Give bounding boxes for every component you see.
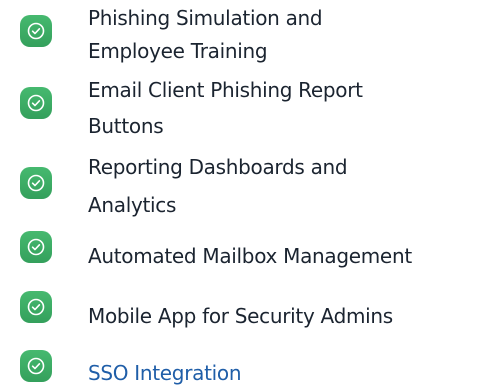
feature-label-line-1: Reporting Dashboards and: [88, 155, 348, 179]
feature-label-line-1: Phishing Simulation and: [88, 6, 323, 30]
check-circle-icon: [20, 291, 52, 323]
feature-label-line-2: Analytics: [88, 193, 177, 217]
feature-label-line-1: Email Client Phishing Report: [88, 78, 363, 102]
sso-integration-link[interactable]: SSO Integration: [88, 355, 473, 392]
feature-label: Mobile App for Security Admins: [88, 304, 393, 328]
feature-label: Automated Mailbox Management: [88, 244, 412, 268]
check-circle-icon: [20, 167, 52, 199]
check-circle-icon: [20, 87, 52, 119]
feature-label-line-2: Employee Training: [88, 39, 268, 63]
feature-list: Phishing Simulation and Employee Trainin…: [0, 0, 482, 386]
check-circle-icon: [20, 231, 52, 263]
check-circle-icon: [20, 350, 52, 382]
feature-label-line-2: Buttons: [88, 114, 164, 138]
check-circle-icon: [20, 15, 52, 47]
